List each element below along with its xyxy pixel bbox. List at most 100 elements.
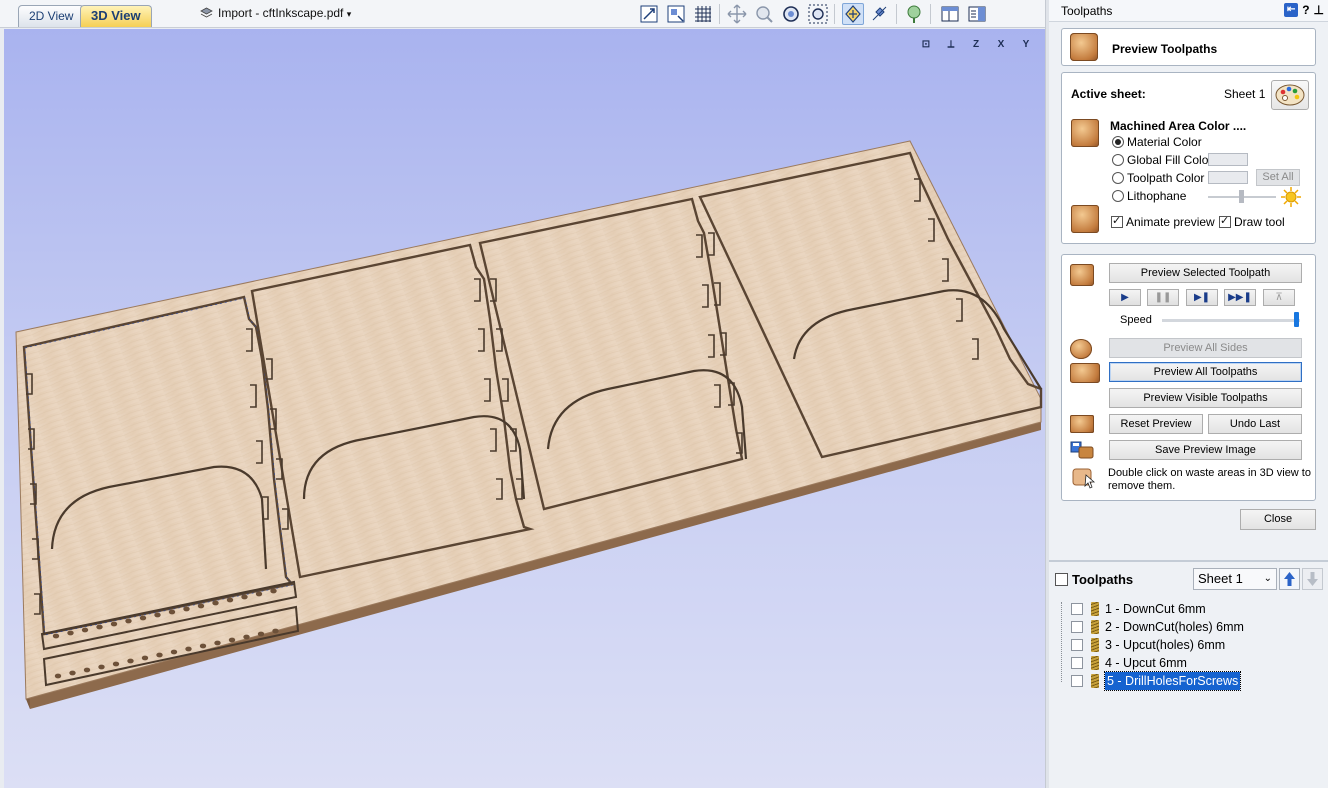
active-sheet-group: Active sheet: Sheet 1 Machined Area Colo… <box>1061 72 1316 244</box>
save-preview-image-button[interactable]: Save Preview Image <box>1109 440 1302 460</box>
zoom-box-icon[interactable] <box>780 3 802 25</box>
sheet-select-value: Sheet 1 <box>1198 571 1243 586</box>
preview-toolpaths-header: Preview Toolpaths <box>1061 28 1316 66</box>
step-button[interactable]: ▶❚ <box>1186 289 1218 306</box>
tab-3d-view[interactable]: 3D View <box>80 5 152 27</box>
layers-icon <box>200 7 213 18</box>
tree-lines <box>1061 602 1071 682</box>
toolpath-name: 5 - DrillHolesForScrews <box>1103 671 1242 691</box>
material-color-radio[interactable] <box>1112 136 1124 148</box>
preview-selected-toolpath-button[interactable]: Preview Selected Toolpath <box>1109 263 1302 283</box>
panel-header: Toolpaths ⇤ ? ⊥ <box>1049 0 1328 22</box>
draw-tool-checkbox[interactable] <box>1219 214 1231 228</box>
screw-hole <box>52 633 60 639</box>
screw-hole <box>183 606 190 612</box>
zoom-extents-icon[interactable] <box>638 3 660 25</box>
file-label: Import - cftInkscape.pdf <box>218 6 344 20</box>
toolpaths-select-all-checkbox[interactable] <box>1055 573 1068 586</box>
global-fill-color-dropdown[interactable] <box>1208 153 1248 166</box>
drill-bit-icon <box>1091 638 1099 652</box>
toolpaths-panel: Toolpaths ⇤ ? ⊥ Preview Toolpaths Active… <box>1049 0 1328 788</box>
zoom-in-icon[interactable] <box>753 3 775 25</box>
layout-icon[interactable] <box>939 3 961 25</box>
palette-icon[interactable] <box>1271 80 1309 110</box>
lithophane-label: Lithophane <box>1127 189 1187 203</box>
preview-visible-toolpaths-button[interactable]: Preview Visible Toolpaths <box>1109 388 1302 408</box>
toolpath-color-dropdown[interactable] <box>1208 171 1248 184</box>
pin-icon[interactable]: ⇤ <box>1284 3 1299 17</box>
toolpath-visible-checkbox[interactable] <box>1071 657 1083 669</box>
close-button[interactable]: Close <box>1240 509 1316 530</box>
screw-hole <box>156 652 163 658</box>
move-down-button[interactable] <box>1302 568 1323 590</box>
screw-hole <box>96 624 103 630</box>
speed-slider[interactable] <box>1162 319 1300 322</box>
toolpath-visible-checkbox[interactable] <box>1071 639 1083 651</box>
reset-preview-button[interactable]: Reset Preview <box>1109 414 1203 434</box>
grid-icon[interactable] <box>692 3 714 25</box>
screw-hole <box>270 588 277 594</box>
active-sheet-label: Active sheet: <box>1071 87 1146 101</box>
zoom-selected-icon[interactable] <box>807 3 829 25</box>
screw-hole <box>255 591 263 597</box>
animate-preview-icon <box>1071 205 1099 233</box>
autohide-icon[interactable]: ⊥ <box>1314 3 1324 17</box>
material-icon[interactable] <box>903 3 925 25</box>
pan-icon[interactable] <box>726 3 748 25</box>
layout-2-icon[interactable] <box>966 3 988 25</box>
screw-hole <box>110 621 118 627</box>
lithophane-radio[interactable] <box>1112 190 1124 202</box>
toolpath-list-panel: Toolpaths Sheet 1 ⌄ 1 - DownCut 6mm 2 - D… <box>1049 560 1328 788</box>
toolpaths-list-title: Toolpaths <box>1072 572 1134 587</box>
preview-controls-group: Preview Selected Toolpath ▶ ❚❚ ▶❚ ▶▶❚ ⊼ … <box>1061 254 1316 501</box>
sheet-select[interactable]: Sheet 1 ⌄ <box>1193 568 1277 590</box>
move-up-button[interactable] <box>1279 568 1300 590</box>
screw-hole <box>226 597 234 603</box>
set-all-button[interactable]: Set All <box>1256 169 1300 186</box>
sheet-top <box>15 140 1042 700</box>
tab-2d-view[interactable]: 2D View <box>18 5 85 27</box>
toolpath-name: 3 - Upcut(holes) 6mm <box>1105 638 1226 652</box>
pause-button[interactable]: ❚❚ <box>1147 289 1179 306</box>
3d-viewport[interactable]: ⊡ ⟂ Z X Y <box>4 29 1045 788</box>
help-icon[interactable]: ? <box>1302 3 1309 17</box>
save-image-icon <box>1070 441 1094 459</box>
preview-selected-icon <box>1070 264 1094 286</box>
drill-bit-icon <box>1091 674 1099 688</box>
animate-preview-checkbox[interactable] <box>1111 214 1123 228</box>
file-selector[interactable]: Import - cftInkscape.pdf ▾ <box>200 6 351 20</box>
toolpath-color-radio[interactable] <box>1112 172 1124 184</box>
toolpath-name: 4 - Upcut 6mm <box>1105 656 1187 670</box>
screw-hole <box>257 631 265 637</box>
draw-tool-label: Draw tool <box>1234 215 1285 229</box>
undo-last-button[interactable]: Undo Last <box>1208 414 1302 434</box>
speed-slider-thumb[interactable] <box>1294 312 1300 327</box>
reset-preview-icon <box>1070 415 1094 433</box>
fast-forward-button[interactable]: ▶▶❚ <box>1224 289 1256 306</box>
preview-all-toolpaths-button[interactable]: Preview All Toolpaths <box>1109 362 1302 382</box>
zoom-sheet-icon[interactable] <box>665 3 687 25</box>
lithophane-slider-thumb[interactable] <box>1239 190 1244 203</box>
jump-to-top-button[interactable]: ⊼ <box>1263 289 1295 306</box>
view-mode-2-icon[interactable] <box>869 3 891 25</box>
chevron-down-icon: ⌄ <box>1263 573 1272 584</box>
global-fill-color-radio[interactable] <box>1112 154 1124 166</box>
preview-all-sides-button[interactable]: Preview All Sides <box>1109 338 1302 358</box>
screw-hole <box>214 640 221 646</box>
speed-label: Speed <box>1120 314 1152 326</box>
screw-hole <box>199 643 207 649</box>
screw-hole <box>185 646 192 652</box>
toolpath-visible-checkbox[interactable] <box>1071 603 1083 615</box>
play-button[interactable]: ▶ <box>1109 289 1141 306</box>
toolpath-visible-checkbox[interactable] <box>1071 621 1083 633</box>
screw-hole <box>139 615 147 621</box>
chevron-down-icon: ▾ <box>346 9 352 19</box>
screw-hole <box>228 637 236 643</box>
screw-hole <box>141 655 149 661</box>
screw-hole <box>212 600 219 606</box>
preview-toolpaths-title: Preview Toolpaths <box>1112 42 1218 56</box>
toolpath-visible-checkbox[interactable] <box>1071 675 1083 687</box>
toolpath-color-label: Toolpath Color <box>1127 171 1205 185</box>
screw-hole <box>69 670 76 676</box>
view-mode-icon[interactable] <box>842 3 864 25</box>
